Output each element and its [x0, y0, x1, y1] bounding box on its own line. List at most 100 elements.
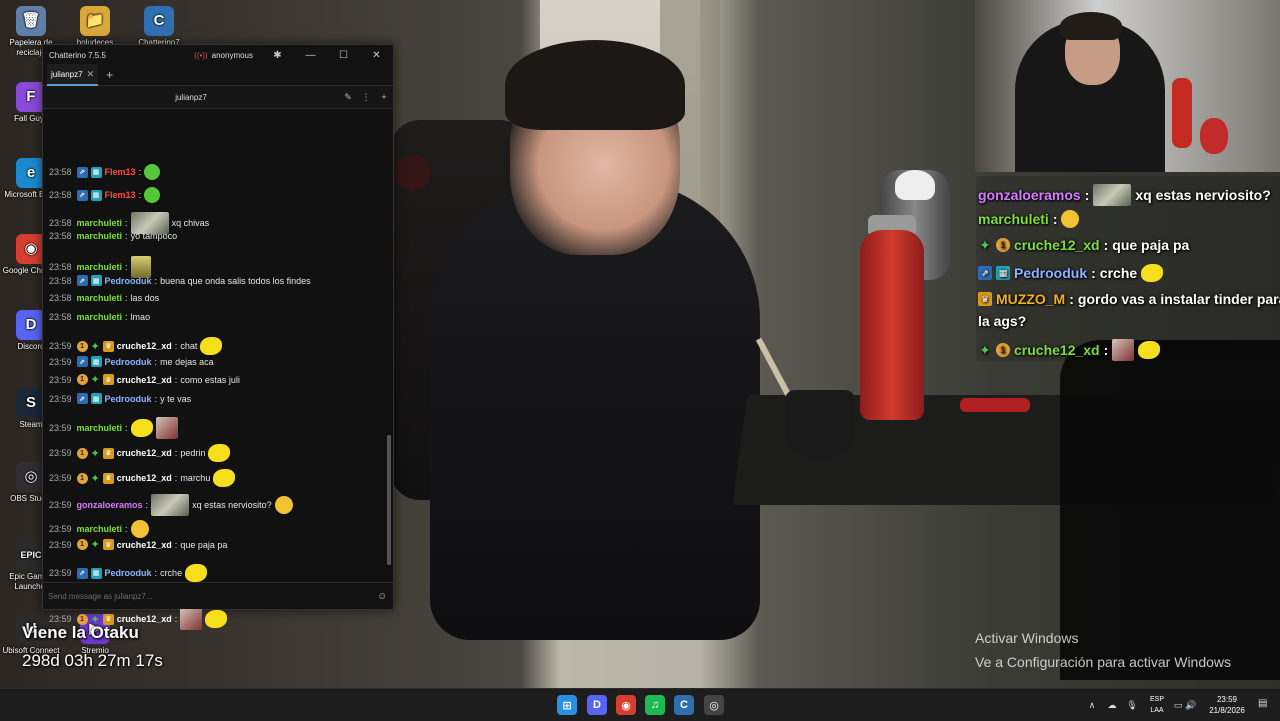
close-tab-icon[interactable]: ✕: [87, 69, 95, 80]
message-username[interactable]: cruche12_xd: [1014, 342, 1100, 358]
yellow-emote[interactable]: [205, 610, 228, 628]
account-switcher[interactable]: ((•)) anonymous: [194, 51, 253, 60]
streamer-hair: [505, 40, 685, 130]
window-title: Chatterino 7.5.5: [49, 50, 106, 60]
message-username[interactable]: cruche12_xd: [1014, 237, 1100, 253]
message-colon: :: [174, 473, 178, 483]
microphone-icon[interactable]: 🎙: [1122, 700, 1142, 711]
overlay-message: ✦ 1 cruche12_xd : que paja pa: [978, 237, 1189, 254]
more-options-icon[interactable]: ⋮: [357, 92, 375, 103]
desktop-icon-chatterino7[interactable]: C Chatterino7: [128, 6, 190, 48]
obs-taskbar-icon[interactable]: ◎: [704, 695, 724, 715]
message-username[interactable]: cruche12_xd: [117, 540, 172, 550]
message-username[interactable]: Pedrooduk: [105, 394, 152, 404]
chat-message: 23:59 marchuleti:: [49, 520, 149, 538]
message-username[interactable]: gonzaloeramos: [77, 500, 143, 510]
maximize-button[interactable]: ☐: [327, 50, 360, 61]
message-username[interactable]: Flem13: [105, 190, 136, 200]
pic-emote[interactable]: [151, 494, 190, 516]
minimize-button[interactable]: —: [294, 50, 327, 61]
message-username[interactable]: marchuleti: [77, 231, 123, 241]
message-colon: :: [1103, 342, 1109, 358]
papelera-de-reciclaje-icon: 🗑: [16, 6, 46, 36]
message-username[interactable]: Flem13: [105, 167, 136, 177]
message-username[interactable]: MUZZO_M: [996, 291, 1065, 307]
discord-taskbar-icon[interactable]: D: [587, 695, 607, 715]
yellow-emote[interactable]: [130, 419, 153, 437]
message-username[interactable]: Pedrooduk: [105, 276, 152, 286]
chevron-up-icon[interactable]: ∧: [1082, 700, 1102, 711]
add-split-icon[interactable]: +: [375, 92, 393, 102]
add-tab-button[interactable]: +: [106, 68, 113, 82]
message-username[interactable]: cruche12_xd: [117, 341, 172, 351]
green-emote[interactable]: [144, 164, 161, 180]
tab-julianpz7[interactable]: julianpz7 ✕: [47, 64, 99, 86]
green-emote[interactable]: [144, 187, 161, 203]
message-username[interactable]: marchuleti: [77, 524, 123, 534]
pic2-emote[interactable]: [180, 608, 203, 630]
prime-badge-icon: ⇗: [76, 166, 88, 178]
emote-picker-icon[interactable]: ☺: [377, 591, 393, 602]
edit-icon[interactable]: ✎: [339, 92, 357, 103]
quick-settings[interactable]: ▭ 🔊: [1172, 689, 1198, 721]
message-text: gordo vas a instalar tinder para: [1077, 291, 1280, 307]
webcam-overlay: [975, 0, 1280, 172]
language-indicator[interactable]: ESP LAA: [1146, 694, 1168, 716]
message-username[interactable]: Pedrooduk: [105, 568, 152, 578]
message-username[interactable]: marchuleti: [77, 293, 123, 303]
yellow-emote[interactable]: [213, 469, 236, 487]
split-header[interactable]: julianpz7 ✎ ⋮ +: [43, 85, 393, 109]
message-colon: :: [125, 423, 128, 433]
message-username[interactable]: cruche12_xd: [117, 375, 172, 385]
founder-badge-icon: 1: [76, 447, 88, 459]
think-emote[interactable]: [130, 520, 149, 538]
message-username[interactable]: gonzaloeramos: [978, 187, 1081, 203]
clock[interactable]: 23:59 21/8/2026: [1200, 694, 1254, 716]
message-username[interactable]: Pedrooduk: [1014, 265, 1087, 281]
yellow-emote[interactable]: [1138, 341, 1161, 359]
yellow-emote[interactable]: [200, 337, 223, 355]
message-timestamp: 23:59: [49, 356, 72, 367]
yellow-emote[interactable]: [208, 444, 231, 462]
message-timestamp: 23:58: [49, 312, 72, 322]
chrome-taskbar-icon[interactable]: ◉: [616, 695, 636, 715]
message-username[interactable]: marchuleti: [77, 312, 123, 322]
message-username[interactable]: marchuleti: [77, 218, 123, 228]
message-username[interactable]: marchuleti: [978, 211, 1049, 227]
overlay-message: gonzaloeramos : xq estas nerviosito?: [978, 184, 1271, 206]
title-bar[interactable]: Chatterino 7.5.5 ((•)) anonymous ✱ — ☐ ✕: [43, 45, 393, 65]
pic-emote[interactable]: [1093, 184, 1132, 206]
close-button[interactable]: ✕: [360, 50, 393, 61]
think-emote[interactable]: [274, 496, 293, 514]
chat-message: 23:59 gonzaloeramos: xq estas nerviosito?: [49, 494, 293, 516]
desktop-icon-boludeces[interactable]: 📁 boludeces: [64, 6, 126, 48]
pic2-emote[interactable]: [1112, 339, 1135, 361]
message-text: que paja pa: [180, 539, 228, 550]
yellow-emote[interactable]: [1141, 264, 1164, 282]
yellow-emote[interactable]: [185, 564, 208, 582]
vip-badge-icon: ♛: [978, 292, 992, 306]
start-taskbar-icon[interactable]: ⊞: [557, 695, 577, 715]
chatterino-taskbar-icon[interactable]: C: [674, 695, 694, 715]
settings-icon[interactable]: ✱: [261, 50, 294, 61]
message-username[interactable]: marchuleti: [77, 423, 123, 433]
pic2-emote[interactable]: [155, 417, 178, 439]
message-list[interactable]: 23:58 ⇗ ▦ Flem13:23:58 ⇗ ▦ Flem13:23:58 marchul…: [43, 111, 387, 630]
volume-icon: 🔊: [1185, 699, 1197, 710]
chatterino-window[interactable]: Chatterino 7.5.5 ((•)) anonymous ✱ — ☐ ✕…: [42, 44, 394, 630]
scrollbar[interactable]: [387, 435, 391, 565]
message-username[interactable]: cruche12_xd: [117, 448, 172, 458]
message-username[interactable]: Pedrooduk: [105, 357, 152, 367]
cloud-icon[interactable]: ☁: [1102, 700, 1122, 711]
message-username[interactable]: cruche12_xd: [117, 473, 172, 483]
spotify-taskbar-icon[interactable]: ♫: [645, 695, 665, 715]
chat-message: 23:58 marchuleti: yo tampoco: [49, 231, 177, 241]
stream-title: Viene la Otaku: [22, 623, 139, 642]
think-emote[interactable]: [1061, 210, 1080, 228]
notification-icon[interactable]: ▤: [1258, 698, 1267, 709]
message-colon: :: [145, 500, 149, 510]
message-username[interactable]: marchuleti: [77, 262, 123, 272]
chat-input[interactable]: [43, 590, 377, 602]
message-timestamp: 23:59: [49, 448, 72, 458]
subscriber-badge-icon: ▦: [90, 189, 102, 201]
